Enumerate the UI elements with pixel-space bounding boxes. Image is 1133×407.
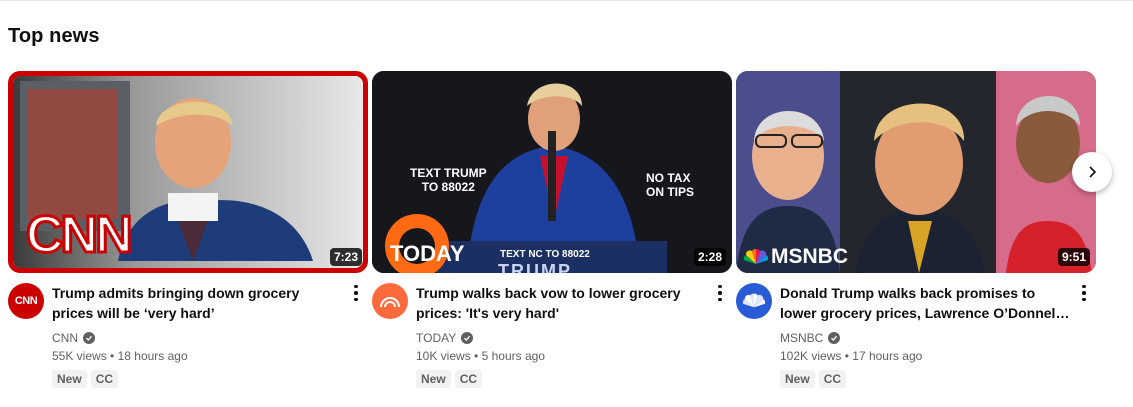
- today-logo-icon: [380, 297, 400, 308]
- channel-avatar[interactable]: CNN: [8, 283, 44, 319]
- badge-cc: CC: [90, 370, 119, 388]
- thumbnail-text-line: TEXT TRUMP: [410, 166, 487, 180]
- video-stats: 102K views • 17 hours ago: [780, 349, 922, 363]
- more-vert-icon[interactable]: [1076, 281, 1092, 305]
- avatar-logo: CNN: [14, 295, 38, 307]
- thumbnail-text-line: ON TIPS: [646, 185, 695, 199]
- channel-name[interactable]: CNN: [52, 331, 78, 345]
- video-thumbnail[interactable]: MSNBC 9:51: [736, 71, 1096, 273]
- badge-new: New: [780, 370, 815, 388]
- verified-check-icon: [828, 332, 841, 344]
- thumbnail-logo: CNN: [25, 205, 135, 266]
- channel-avatar[interactable]: [372, 283, 408, 319]
- video-card[interactable]: TEXT TRUMP TO 88022 NO TAX ON TIPS TEXT …: [372, 71, 732, 393]
- podium-text: TEXT NC TO 88022: [500, 249, 590, 260]
- top-divider: [0, 0, 1133, 1]
- peacock-icon: [744, 249, 768, 264]
- video-duration: 9:51: [1057, 248, 1090, 266]
- thumbnail-logo-group: MSNBC: [744, 245, 848, 269]
- more-vert-icon[interactable]: [348, 281, 364, 305]
- more-vert-icon[interactable]: [712, 281, 728, 305]
- badge-cc: CC: [818, 370, 847, 388]
- badges: New CC: [780, 370, 847, 388]
- channel-name-row[interactable]: MSNBC: [780, 331, 841, 345]
- channel-name-row[interactable]: TODAY: [416, 331, 474, 345]
- view-count: 55K views: [52, 349, 107, 363]
- thumbnail-caption-right: NO TAX ON TIPS: [646, 171, 694, 199]
- next-button[interactable]: [1072, 152, 1112, 192]
- badge-new: New: [52, 370, 87, 388]
- video-stats: 55K views • 18 hours ago: [52, 349, 188, 363]
- thumbnail-logo: TODAY: [390, 241, 465, 266]
- verified-check-icon: [83, 332, 95, 344]
- video-title[interactable]: Trump admits bringing down grocery price…: [52, 283, 342, 323]
- channel-avatar[interactable]: [736, 283, 772, 319]
- verified-check-icon: [461, 332, 474, 344]
- thumbnail-caption: TEXT TRUMP TO 88022: [410, 166, 487, 194]
- separator-dot: •: [110, 349, 118, 363]
- badge-cc: CC: [454, 370, 483, 388]
- upload-age: 5 hours ago: [481, 349, 545, 363]
- video-card[interactable]: MSNBC 9:51 Donald Trump walks back promi…: [736, 71, 1096, 393]
- video-duration: 2:28: [693, 248, 726, 266]
- badges: New CC: [52, 370, 119, 388]
- video-card[interactable]: CNN 7:23 CNN Trump admits bringing down …: [8, 71, 368, 393]
- thumbnail-logo: MSNBC: [771, 245, 848, 268]
- upload-age: 17 hours ago: [852, 349, 923, 363]
- badges: New CC: [416, 370, 483, 388]
- podium-big-text: TRUMP: [498, 261, 572, 273]
- thumbnail-text-line: NO TAX: [646, 171, 691, 185]
- video-thumbnail[interactable]: CNN 7:23: [8, 71, 368, 273]
- section-title: Top news: [8, 25, 100, 47]
- channel-name-row[interactable]: CNN: [52, 331, 95, 345]
- video-title[interactable]: Trump walks back vow to lower grocery pr…: [416, 283, 706, 323]
- video-stats: 10K views • 5 hours ago: [416, 349, 545, 363]
- video-thumbnail[interactable]: TEXT TRUMP TO 88022 NO TAX ON TIPS TEXT …: [372, 71, 732, 273]
- badge-new: New: [416, 370, 451, 388]
- separator-dot: •: [474, 349, 482, 363]
- view-count: 102K views: [780, 349, 842, 363]
- thumbnail-text-line: TO 88022: [421, 180, 475, 194]
- channel-name[interactable]: TODAY: [416, 331, 456, 345]
- chevron-right-icon: [1089, 166, 1097, 178]
- view-count: 10K views: [416, 349, 471, 363]
- channel-name[interactable]: MSNBC: [780, 331, 823, 345]
- video-duration: 7:23: [329, 248, 362, 266]
- upload-age: 18 hours ago: [117, 349, 188, 363]
- video-title[interactable]: Donald Trump walks back promises to lowe…: [780, 283, 1070, 323]
- peacock-icon: [743, 293, 765, 308]
- thumbnail-image: [736, 71, 1096, 273]
